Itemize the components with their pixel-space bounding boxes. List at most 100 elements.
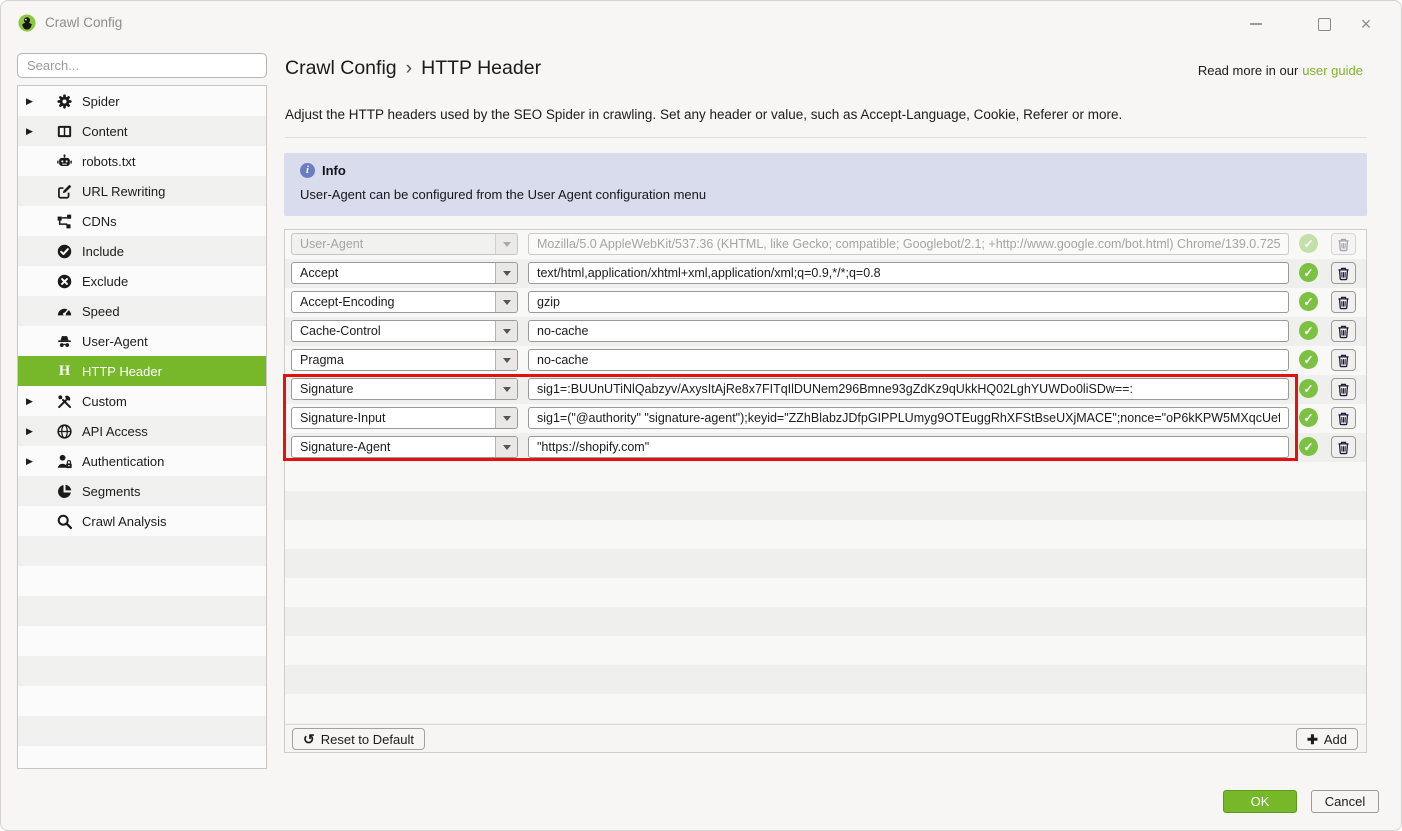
reset-to-default-button[interactable]: ↺ Reset to Default	[292, 728, 425, 750]
delete-header-button[interactable]	[1331, 320, 1356, 342]
delete-header-button[interactable]	[1331, 407, 1356, 429]
sidebar-item-segments[interactable]: Segments	[18, 476, 266, 506]
header-row-user-agent: User-Agent✓	[285, 230, 1366, 259]
header-name-value: Signature-Agent	[292, 440, 495, 454]
sidebar-empty-row	[18, 746, 266, 769]
speedometer-icon	[57, 304, 72, 319]
header-name-value: Signature-Input	[292, 411, 495, 425]
sidebar-item-label: robots.txt	[82, 154, 135, 169]
chevron-down-icon[interactable]	[495, 437, 517, 457]
info-text: User-Agent can be configured from the Us…	[300, 187, 1351, 202]
header-value-input[interactable]	[528, 320, 1289, 342]
header-value-input[interactable]	[528, 349, 1289, 371]
close-button[interactable]: ×	[1355, 13, 1377, 35]
header-name-value: Accept-Encoding	[292, 295, 495, 309]
ok-button[interactable]: OK	[1223, 790, 1297, 813]
sidebar-item-exclude[interactable]: Exclude	[18, 266, 266, 296]
header-name-value: Accept	[292, 266, 495, 280]
enabled-check-icon: ✓	[1299, 263, 1318, 282]
sidebar-item-spider[interactable]: ▶Spider	[18, 86, 266, 116]
chevron-down-icon[interactable]	[495, 292, 517, 312]
header-name-select[interactable]: Cache-Control	[291, 320, 518, 342]
header-value-input[interactable]	[528, 436, 1289, 458]
sidebar-item-custom[interactable]: ▶Custom	[18, 386, 266, 416]
delete-header-button[interactable]	[1331, 378, 1356, 400]
sidebar-item-label: User-Agent	[82, 334, 148, 349]
chevron-down-icon[interactable]	[495, 321, 517, 341]
header-name-select[interactable]: Accept	[291, 262, 518, 284]
header-value-input[interactable]	[528, 291, 1289, 313]
http-header-icon: H	[57, 364, 72, 379]
sidebar-item-content[interactable]: ▶ Content	[18, 116, 266, 146]
sidebar-item-robots-txt[interactable]: robots.txt	[18, 146, 266, 176]
delete-header-button[interactable]	[1331, 291, 1356, 313]
app-frog-logo-icon	[18, 14, 36, 32]
header-divider	[285, 137, 1367, 138]
sidebar-item-user-agent[interactable]: User-Agent	[18, 326, 266, 356]
expand-arrow-icon[interactable]: ▶	[26, 396, 44, 407]
header-value-input[interactable]	[528, 407, 1289, 429]
sidebar-item-label: CDNs	[82, 214, 117, 229]
user-guide-link[interactable]: user guide	[1302, 63, 1363, 78]
sidebar-item-label: URL Rewriting	[82, 184, 165, 199]
maximize-button[interactable]	[1313, 13, 1335, 35]
sidebar-item-label: Segments	[82, 484, 141, 499]
header-name-select[interactable]: Pragma	[291, 349, 518, 371]
check-circle-icon	[57, 244, 72, 259]
chevron-down-icon[interactable]	[495, 350, 517, 370]
sidebar-item-label: Content	[82, 124, 128, 139]
info-title: Info	[322, 163, 346, 178]
user-lock-icon	[57, 454, 72, 469]
header-row-accept-encoding: Accept-Encoding✓	[285, 288, 1366, 317]
add-header-button[interactable]: ✚ Add	[1296, 728, 1358, 750]
chevron-down-icon[interactable]	[495, 379, 517, 399]
header-name-select[interactable]: Accept-Encoding	[291, 291, 518, 313]
enabled-check-icon: ✓	[1299, 437, 1318, 456]
sidebar-item-label: Authentication	[82, 454, 164, 469]
minimize-button[interactable]	[1245, 13, 1267, 35]
expand-arrow-icon[interactable]: ▶	[26, 456, 44, 467]
search-input[interactable]	[17, 53, 267, 78]
header-row-signature-input: Signature-Input ✓	[285, 404, 1366, 433]
sidebar-item-authentication[interactable]: ▶ Authentication	[18, 446, 266, 476]
info-icon: i	[300, 163, 315, 178]
sidebar-item-speed[interactable]: Speed	[18, 296, 266, 326]
add-label: Add	[1324, 732, 1347, 747]
header-value-input[interactable]	[528, 262, 1289, 284]
sidebar-item-include[interactable]: Include	[18, 236, 266, 266]
header-value-input[interactable]	[528, 378, 1289, 400]
chevron-down-icon[interactable]	[495, 263, 517, 283]
reset-icon: ↺	[303, 732, 315, 746]
cancel-button[interactable]: Cancel	[1311, 790, 1379, 813]
sidebar-item-url-rewriting[interactable]: URL Rewriting	[18, 176, 266, 206]
sidebar-item-cdns[interactable]: CDNs	[18, 206, 266, 236]
sidebar-item-crawl-analysis[interactable]: Crawl Analysis	[18, 506, 266, 536]
breadcrumb-current: HTTP Header	[421, 57, 541, 79]
header-name-select[interactable]: Signature-Agent	[291, 436, 518, 458]
breadcrumb-root[interactable]: Crawl Config	[285, 57, 397, 79]
chevron-down-icon[interactable]	[495, 408, 517, 428]
delete-header-button[interactable]	[1331, 436, 1356, 458]
sidebar-item-api-access[interactable]: ▶API Access	[18, 416, 266, 446]
columns-icon	[57, 124, 72, 139]
sidebar-empty-row	[18, 686, 266, 716]
expand-arrow-icon[interactable]: ▶	[26, 426, 44, 437]
x-circle-icon	[57, 274, 72, 289]
magnifier-icon	[57, 514, 72, 529]
delete-header-button	[1331, 233, 1356, 255]
enabled-check-icon: ✓	[1299, 408, 1318, 427]
sidebar-item-http-header[interactable]: H HTTP Header	[18, 356, 266, 386]
header-name-select[interactable]: Signature-Input	[291, 407, 518, 429]
window-title: Crawl Config	[45, 15, 122, 30]
header-name-select[interactable]: Signature	[291, 378, 518, 400]
expand-arrow-icon[interactable]: ▶	[26, 126, 44, 137]
panel-action-bar: ↺ Reset to Default ✚ Add	[284, 724, 1367, 753]
expand-arrow-icon[interactable]: ▶	[26, 96, 44, 107]
header-value-input	[528, 233, 1289, 255]
delete-header-button[interactable]	[1331, 262, 1356, 284]
sidebar-item-label: HTTP Header	[82, 364, 162, 379]
header-row-cache-control: Cache-Control✓	[285, 317, 1366, 346]
delete-header-button[interactable]	[1331, 349, 1356, 371]
read-more-text: Read more in our	[1198, 63, 1298, 78]
sidebar-empty-row	[18, 626, 266, 656]
